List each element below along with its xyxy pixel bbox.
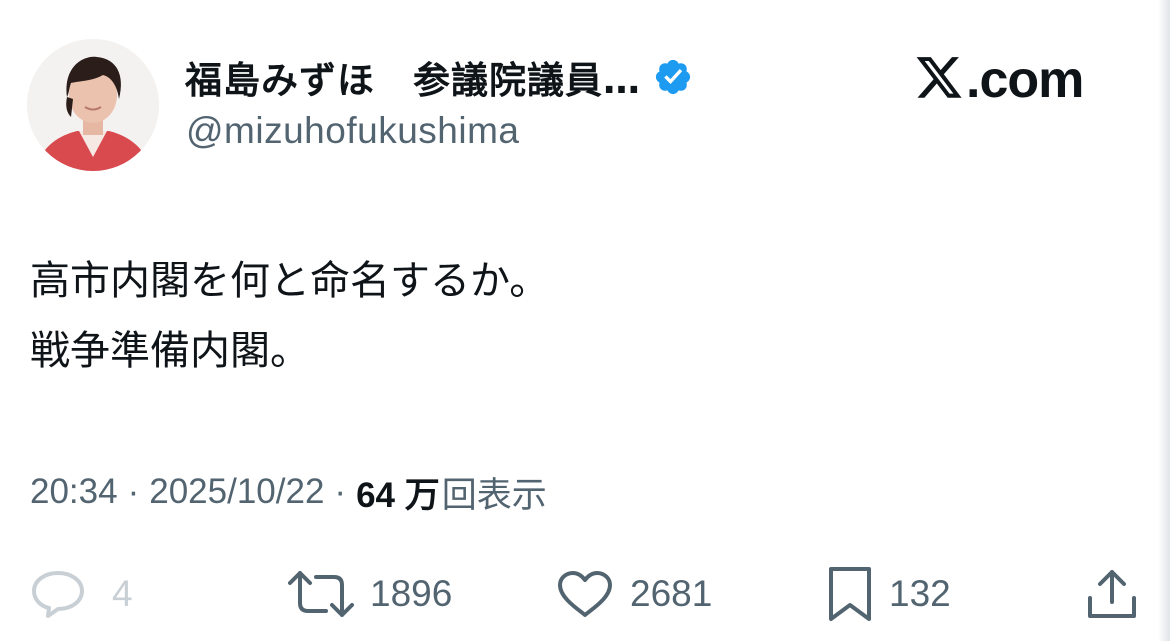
tweet-text-line-2: 戦争準備内閣。 (30, 328, 310, 374)
reply-button[interactable]: 4 (30, 564, 133, 624)
author-name-row[interactable]: 福島みずほ 参議院議員… (185, 52, 693, 102)
reply-icon (32, 571, 84, 618)
brand-logo[interactable]: .com (914, 50, 1084, 110)
bookmark-button[interactable]: 132 (827, 564, 951, 624)
views-label: 回表示 (441, 475, 547, 515)
reply-count: 4 (112, 573, 133, 614)
retweet-button[interactable]: 1896 (288, 564, 452, 624)
avatar[interactable] (27, 39, 159, 171)
x-logo-icon (916, 57, 962, 98)
retweet-icon (288, 571, 354, 617)
verified-badge-icon (655, 59, 691, 95)
tweet-time[interactable]: 20:34 (30, 472, 118, 512)
tweet-text-line-1: 高市内閣を何と命名するか。 (30, 258, 550, 304)
meta-separator: · (127, 472, 140, 511)
author-handle[interactable]: @mizuhofukushima (186, 110, 519, 152)
retweet-count: 1896 (370, 573, 453, 614)
tweet-date[interactable]: 2025/10/22 (149, 472, 324, 512)
bookmark-count: 132 (889, 573, 951, 614)
tweet-actions: 4 1896 2681 132 (0, 564, 1170, 624)
brand-domain-text: .com (966, 51, 1084, 109)
views-count: 64 万 (356, 475, 440, 515)
tweet-text: 高市内閣を何と命名するか。 戦争準備内閣。 (30, 246, 549, 386)
bookmark-icon (829, 567, 871, 621)
heart-icon (558, 571, 612, 617)
author-display-name[interactable]: 福島みずほ 参議院議員… (185, 50, 641, 104)
share-button[interactable] (1086, 564, 1138, 624)
meta-separator: · (334, 472, 347, 511)
page-edge-shadow (1158, 0, 1170, 641)
like-button[interactable]: 2681 (556, 564, 712, 624)
avatar-photo (27, 39, 159, 171)
share-icon (1088, 570, 1136, 618)
like-count: 2681 (630, 573, 713, 614)
tweet-meta: 20:34 · 2025/10/22 · 64 万 回表示 (30, 468, 547, 516)
